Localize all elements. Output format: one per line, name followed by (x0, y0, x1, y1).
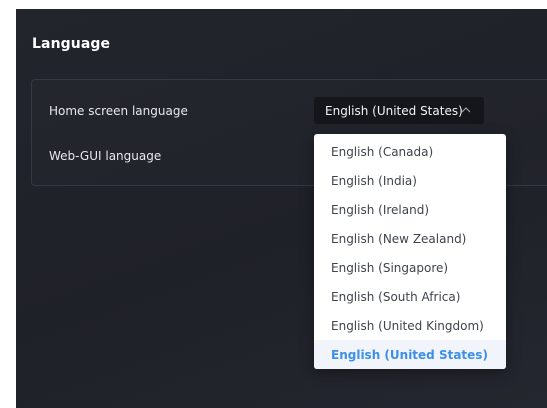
settings-window: Language Home screen language Web-GUI la… (16, 9, 547, 408)
language-dropdown-menu: English (Canada) English (India) English… (314, 134, 506, 369)
home-screen-language-value: English (United States) (325, 103, 463, 118)
dropdown-option[interactable]: English (Singapore) (314, 253, 506, 282)
dropdown-option[interactable]: English (New Zealand) (314, 224, 506, 253)
dropdown-option[interactable]: English (Canada) (314, 137, 506, 166)
dropdown-option[interactable]: English (South Africa) (314, 282, 506, 311)
home-screen-language-label: Home screen language (49, 104, 188, 118)
home-screen-language-select[interactable]: English (United States) (314, 97, 484, 124)
dropdown-option[interactable]: English (United Kingdom) (314, 311, 506, 340)
chevron-up-icon (461, 107, 471, 113)
dropdown-option[interactable]: English (India) (314, 166, 506, 195)
section-title: Language (32, 36, 111, 52)
dropdown-option-selected[interactable]: English (United States) (314, 340, 506, 369)
dropdown-option[interactable]: English (Ireland) (314, 195, 506, 224)
web-gui-language-label: Web-GUI language (49, 149, 162, 163)
